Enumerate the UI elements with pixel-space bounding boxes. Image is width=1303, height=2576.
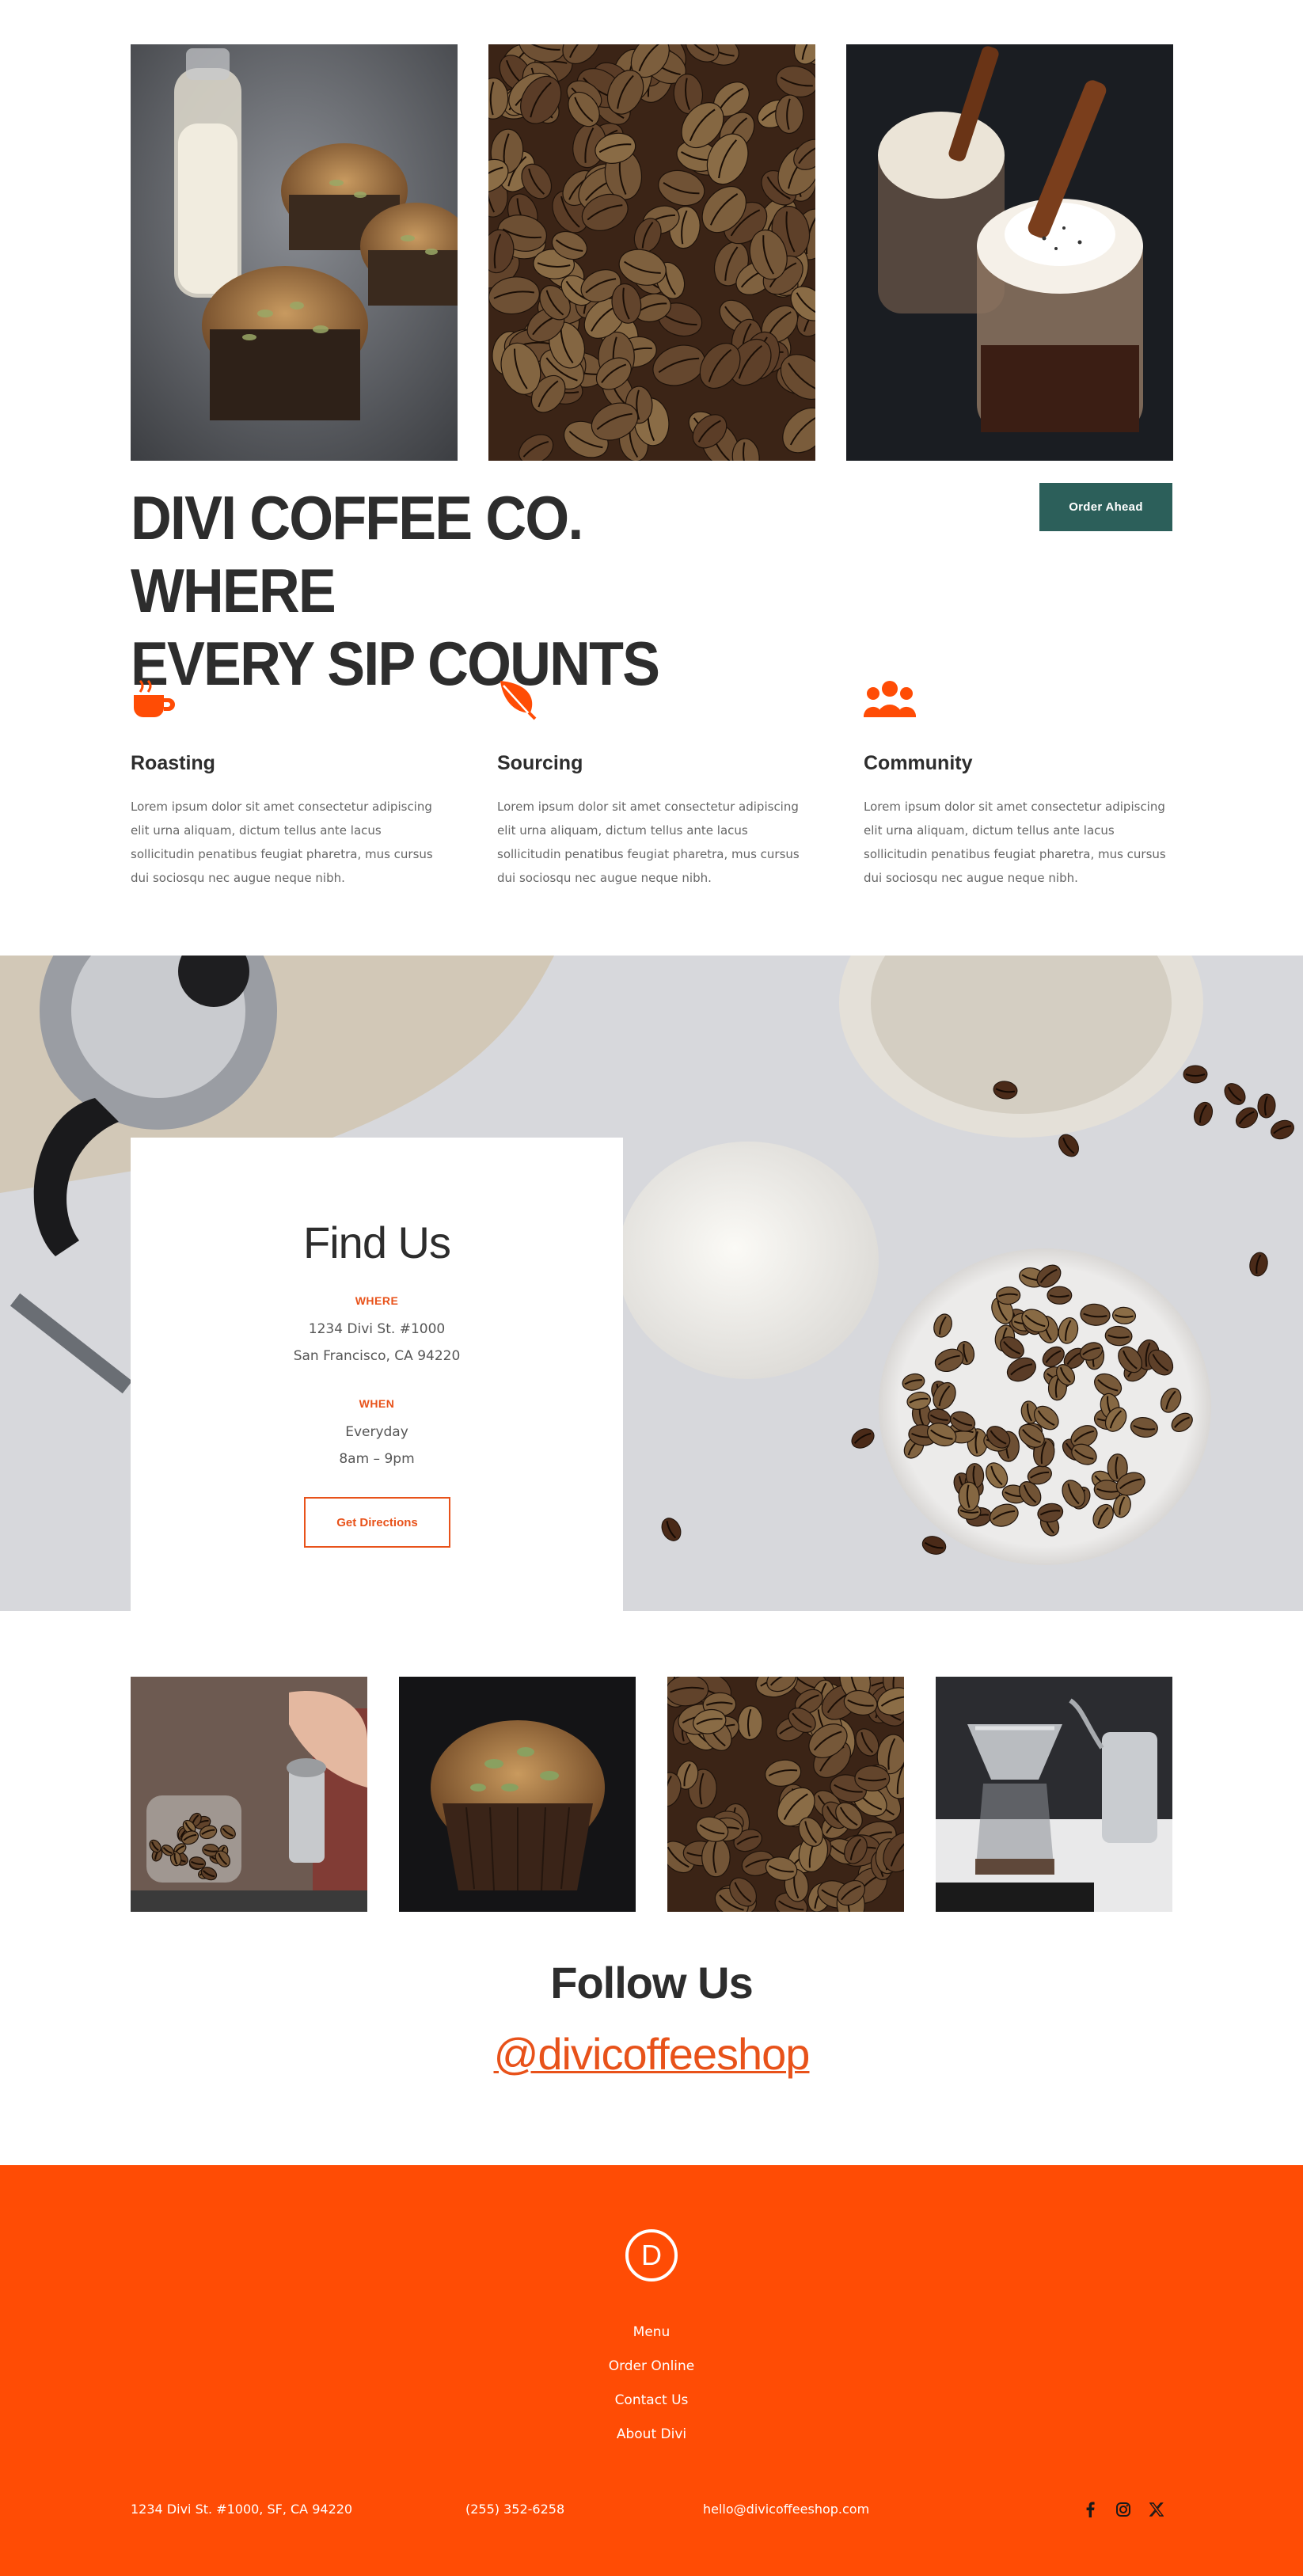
feature-sourcing: Sourcing Lorem ipsum dolor sit amet cons… bbox=[497, 679, 802, 885]
gallery-image-tamper[interactable] bbox=[131, 1677, 367, 1912]
gallery-image-muffin[interactable] bbox=[399, 1677, 636, 1912]
feature-text: Lorem ipsum dolor sit amet consectetur a… bbox=[864, 800, 1166, 885]
address-line2: San Francisco, CA 94220 bbox=[293, 1348, 461, 1364]
instagram-handle-link-wrapper: @divicoffeeshop bbox=[0, 2028, 1303, 2080]
hero-title-line1: DIVI COFFEE CO. WHERE bbox=[131, 483, 583, 625]
footer-menu-item-about-divi[interactable]: About Divi bbox=[0, 2418, 1303, 2452]
coffee-beans-photo bbox=[488, 44, 815, 461]
footer-menu-item-menu[interactable]: Menu bbox=[0, 2316, 1303, 2350]
instagram-handle-link[interactable]: @divicoffeeshop bbox=[494, 2029, 811, 2079]
hours-line1: Everyday bbox=[345, 1424, 408, 1440]
address-line1: 1234 Divi St. #1000 bbox=[308, 1321, 446, 1337]
follow-us-title: Follow Us bbox=[550, 1958, 753, 2008]
when-label: WHEN bbox=[359, 1397, 395, 1410]
muffins-milk-photo bbox=[131, 44, 458, 461]
feature-title: Sourcing bbox=[497, 752, 583, 774]
footer-email[interactable]: hello@divicoffeeshop.com bbox=[703, 2496, 869, 2522]
find-us-section: Find Us WHERE 1234 Divi St. #1000 San Fr… bbox=[0, 956, 1303, 1611]
users-icon bbox=[864, 681, 916, 717]
feature-title: Community bbox=[864, 752, 973, 774]
footer-phone: (255) 352-6258 bbox=[465, 2502, 565, 2517]
feature-title: Roasting bbox=[131, 752, 215, 774]
order-ahead-button[interactable]: Order Ahead bbox=[1039, 483, 1172, 531]
hero-title: DIVI COFFEE CO. WHERE EVERY SIP COUNTS bbox=[131, 481, 786, 700]
feature-text: Lorem ipsum dolor sit amet consectetur a… bbox=[131, 800, 433, 885]
gallery-image-pour-over[interactable] bbox=[936, 1677, 1172, 1912]
leaf-icon bbox=[500, 681, 537, 720]
coffee-cup-icon bbox=[134, 679, 175, 717]
x-twitter-icon[interactable] bbox=[1148, 2501, 1165, 2518]
footer-menu-item-order-online[interactable]: Order Online bbox=[0, 2350, 1303, 2384]
footer-menu: Menu Order Online Contact Us About Divi bbox=[0, 2316, 1303, 2452]
logo-letter: D bbox=[641, 2239, 662, 2271]
footer: D Menu Order Online Contact Us About Div… bbox=[0, 2165, 1303, 2576]
feature-text: Lorem ipsum dolor sit amet consectetur a… bbox=[497, 800, 800, 885]
footer-menu-item-contact-us[interactable]: Contact Us bbox=[0, 2384, 1303, 2418]
feature-community: Community Lorem ipsum dolor sit amet con… bbox=[864, 679, 1168, 885]
facebook-icon[interactable] bbox=[1081, 2501, 1099, 2518]
find-us-card: Find Us WHERE 1234 Divi St. #1000 San Fr… bbox=[131, 1138, 623, 1611]
find-us-title: Find Us bbox=[303, 1218, 451, 1267]
footer-address: 1234 Divi St. #1000, SF, CA 94220 bbox=[131, 2502, 353, 2517]
footer-social-links bbox=[1081, 2501, 1165, 2518]
cream-drinks-photo bbox=[846, 44, 1173, 461]
divi-logo-icon[interactable]: D bbox=[624, 2228, 679, 2283]
where-label: WHERE bbox=[355, 1294, 399, 1307]
instagram-icon[interactable] bbox=[1115, 2501, 1132, 2518]
gallery-image-beans[interactable] bbox=[667, 1677, 904, 1912]
get-directions-button[interactable]: Get Directions bbox=[304, 1497, 450, 1548]
feature-roasting: Roasting Lorem ipsum dolor sit amet cons… bbox=[131, 679, 435, 885]
hours-line2: 8am – 9pm bbox=[339, 1451, 415, 1467]
